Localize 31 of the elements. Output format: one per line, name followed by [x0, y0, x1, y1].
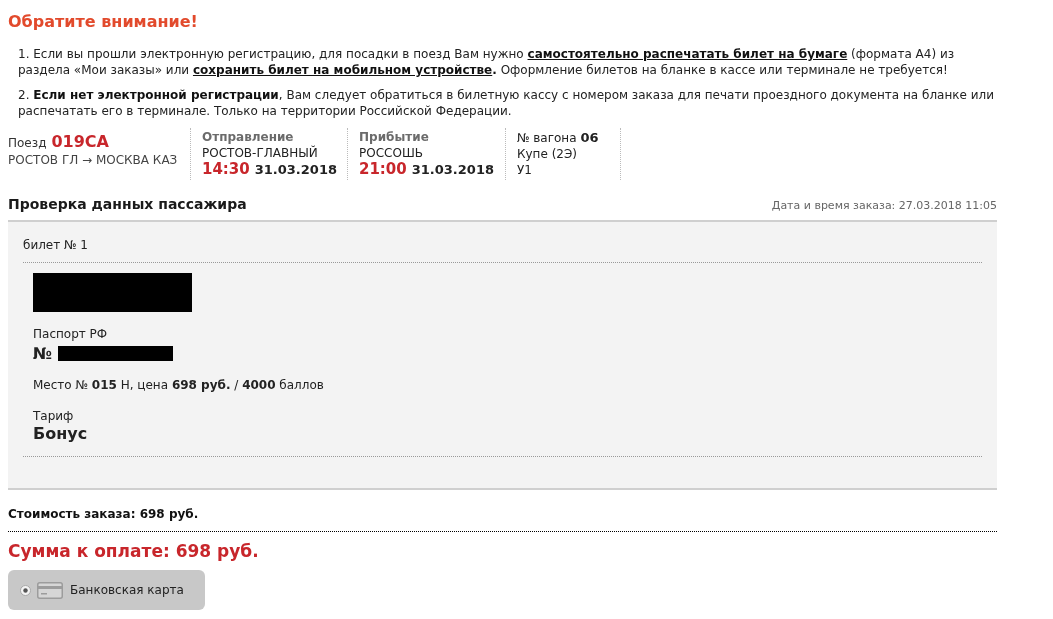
column-heading: Отправление: [202, 130, 295, 145]
car-number-text: № вагона 06: [517, 130, 600, 146]
station-name: РОСТОВ-ГЛАВНЫЙ: [202, 145, 319, 161]
date-text: 31.03.2018: [254, 161, 337, 178]
route-text: РОСТОВ ГЛ → МОСКВА КАЗ: [8, 152, 179, 168]
document-type: Паспорт РФ: [33, 326, 108, 342]
order-cost-text: Стоимость заказа: 698 руб.: [8, 507, 199, 521]
tariff-label: Тариф: [33, 408, 74, 424]
notice-paragraph: 1. Если вы прошли электронную регистрацию, для посадки в поезд Вам нужно самостоятельно распечатать билет на бумаге (формата А4) из раздела «Мои заказы» или сохранить билет на мобильном устройстве. Оформление билетов на бланке в кассе или терминале не требуется!: [18, 46, 956, 78]
tariff-value: Бонус: [33, 424, 88, 444]
payment-option[interactable]: Банковская карта: [8, 570, 205, 610]
notice-paragraph: 2. Если нет электронной регистрации, Вам следует обратиться в билетную кассу с номером заказа для печати проездного документа на бланке или распечатать его в терминале. Только на территории Российской Федерации.: [18, 87, 995, 119]
train-label: Поезд: [8, 135, 47, 152]
seat-price-text: Место № 015 Н, цена 698 руб. / 4000 баллов: [33, 377, 324, 393]
section-title: Проверка данных пассажира: [8, 196, 247, 212]
order-date-text: Дата и время заказа: 27.03.2018 11:05: [771, 199, 997, 212]
train-number: 019СА: [51, 133, 109, 150]
date-text: 31.03.2018: [411, 161, 494, 178]
notice-heading: Обратите внимание!: [8, 12, 198, 32]
time-text: 21:00: [359, 161, 407, 178]
station-name: РОССОШЬ: [359, 145, 424, 161]
card-icon: [37, 581, 63, 599]
number-sign: №: [33, 344, 53, 363]
column-heading: Прибытие: [359, 130, 430, 145]
car-class-text: Купе (2Э): [517, 146, 579, 162]
seat-type-text: У1: [517, 162, 533, 178]
time-text: 14:30: [202, 161, 250, 178]
inline-link[interactable]: самостоятельно распечатать билет на бумаге: [527, 47, 848, 61]
total-due-text: Сумма к оплате: 698 руб.: [8, 541, 259, 561]
ticket-label: билет № 1: [23, 237, 88, 253]
inline-link[interactable]: сохранить билет на мобильном устройстве: [192, 63, 493, 77]
